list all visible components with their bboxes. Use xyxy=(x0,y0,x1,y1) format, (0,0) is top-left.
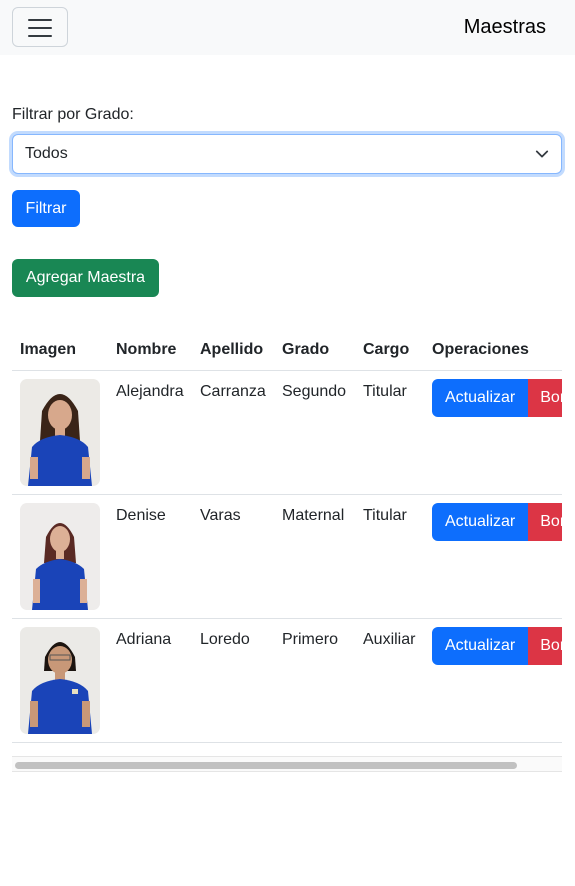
grade-select[interactable]: Todos xyxy=(12,134,562,174)
header-grado: Grado xyxy=(274,328,355,371)
delete-button[interactable]: Borrar xyxy=(528,502,562,541)
teacher-photo xyxy=(20,378,100,486)
header-operaciones: Operaciones xyxy=(424,328,562,371)
cell-grado: Maternal xyxy=(274,494,355,619)
add-teacher-button[interactable]: Agregar Maestra xyxy=(12,259,159,297)
cell-nombre: Alejandra xyxy=(108,370,192,495)
cell-apellido: Varas xyxy=(192,494,274,619)
delete-button[interactable]: Borrar xyxy=(528,378,562,417)
cell-cargo: Titular xyxy=(355,370,424,495)
teacher-photo xyxy=(20,502,100,610)
scrollbar-thumb[interactable] xyxy=(15,762,517,769)
teacher-photo xyxy=(20,626,100,734)
header-imagen: Imagen xyxy=(12,328,108,371)
header-cargo: Cargo xyxy=(355,328,424,371)
header-apellido: Apellido xyxy=(192,328,274,371)
teachers-table: Imagen Nombre Apellido Grado Cargo Opera… xyxy=(12,328,562,743)
table-header-row: Imagen Nombre Apellido Grado Cargo Opera… xyxy=(12,328,562,371)
navbar-brand[interactable]: Maestras xyxy=(464,16,546,39)
teachers-table-container: Imagen Nombre Apellido Grado Cargo Opera… xyxy=(12,328,562,772)
update-button[interactable]: Actualizar xyxy=(432,378,529,417)
row-operations: Actualizar Borrar xyxy=(432,378,562,417)
filter-label: Filtrar por Grado: xyxy=(12,106,134,123)
table-row: Alejandra Carranza Segundo Titular Actua… xyxy=(12,370,562,495)
delete-button[interactable]: Borrar xyxy=(528,626,562,665)
cell-apellido: Loredo xyxy=(192,618,274,743)
row-operations: Actualizar Borrar xyxy=(432,502,562,541)
update-button[interactable]: Actualizar xyxy=(432,626,529,665)
menu-toggle-button[interactable] xyxy=(12,7,68,47)
table-row: Adriana Loredo Primero Auxiliar Actualiz… xyxy=(12,618,562,743)
chevron-down-icon xyxy=(535,150,549,158)
header-nombre: Nombre xyxy=(108,328,192,371)
cell-apellido: Carranza xyxy=(192,370,274,495)
table-row: Denise Varas Maternal Titular Actualizar… xyxy=(12,494,562,619)
cell-grado: Segundo xyxy=(274,370,355,495)
update-button[interactable]: Actualizar xyxy=(432,502,529,541)
hamburger-icon xyxy=(28,19,52,21)
grade-select-value: Todos xyxy=(25,145,68,162)
horizontal-scrollbar[interactable] xyxy=(12,756,562,772)
cell-nombre: Denise xyxy=(108,494,192,619)
row-operations: Actualizar Borrar xyxy=(432,626,562,665)
cell-cargo: Auxiliar xyxy=(355,618,424,743)
filter-button[interactable]: Filtrar xyxy=(12,190,80,227)
cell-nombre: Adriana xyxy=(108,618,192,743)
cell-grado: Primero xyxy=(274,618,355,743)
navbar: Maestras xyxy=(0,0,575,55)
cell-cargo: Titular xyxy=(355,494,424,619)
